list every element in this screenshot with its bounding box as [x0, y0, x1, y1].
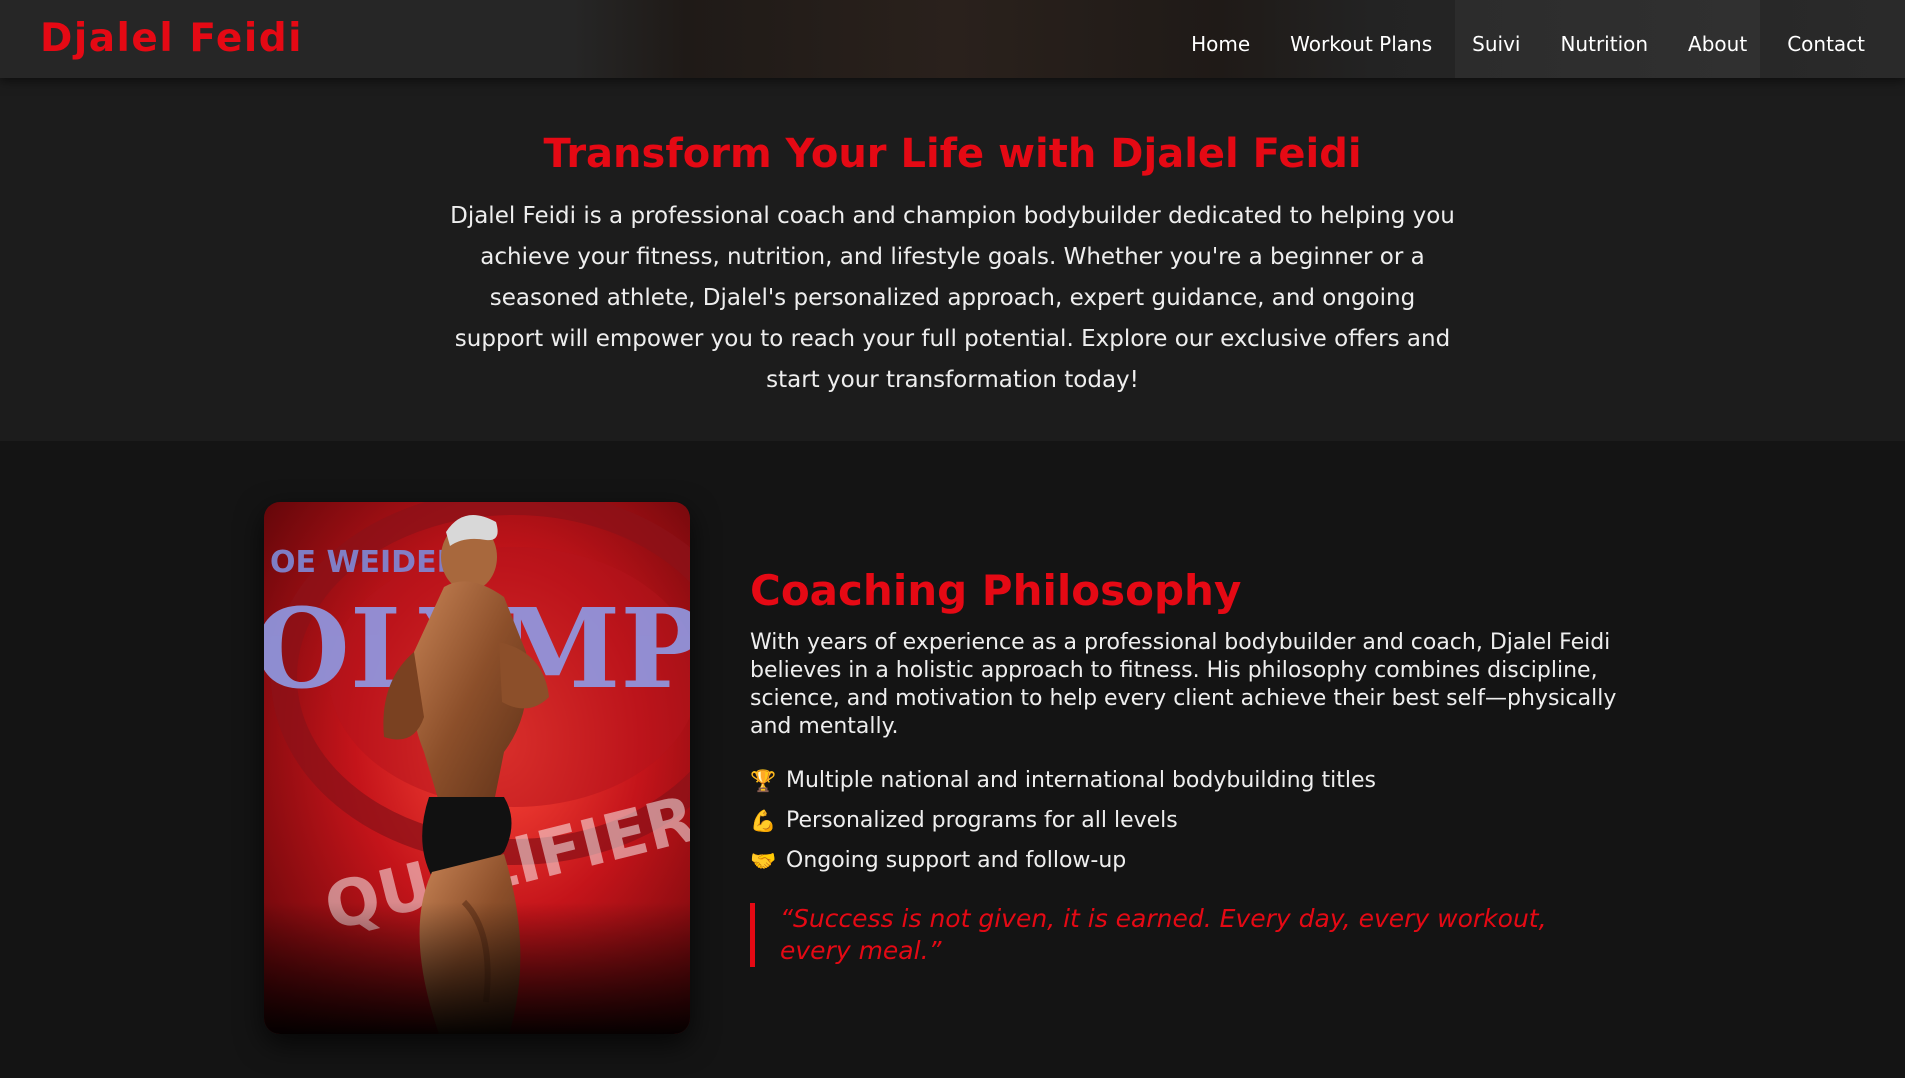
feature-text: Personalized programs for all levels	[786, 808, 1178, 833]
nav-workout-plans[interactable]: Workout Plans	[1290, 32, 1432, 56]
trophy-icon: 🏆	[750, 769, 777, 793]
hero-section: Transform Your Life with Djalel Feidi Dj…	[0, 78, 1905, 441]
list-item: 💪 Personalized programs for all levels	[750, 801, 1650, 841]
site-header: Djalel Feidi Home Workout Plans Suivi Nu…	[0, 0, 1905, 78]
feature-list: 🏆 Multiple national and international bo…	[750, 761, 1650, 881]
feature-text: Ongoing support and follow-up	[786, 848, 1127, 873]
main-nav: Home Workout Plans Suivi Nutrition About…	[1191, 0, 1865, 88]
hero-description: Djalel Feidi is a professional coach and…	[450, 203, 1455, 393]
handshake-icon: 🤝	[750, 849, 777, 873]
nav-about[interactable]: About	[1688, 32, 1747, 56]
list-item: 🏆 Multiple national and international bo…	[750, 761, 1650, 801]
nav-contact[interactable]: Contact	[1787, 32, 1865, 56]
philosophy-description: With years of experience as a profession…	[750, 630, 1617, 739]
philosophy-content: Coaching Philosophy With years of experi…	[750, 563, 1650, 967]
coach-photo: OE WEIDER'S OLYMPIA QUALIFIER	[264, 502, 690, 1034]
site-logo[interactable]: Djalel Feidi	[40, 19, 303, 58]
coach-quote: “Success is not given, it is earned. Eve…	[750, 903, 1620, 967]
philosophy-title: Coaching Philosophy	[750, 566, 1242, 615]
nav-suivi[interactable]: Suivi	[1472, 32, 1520, 56]
flexed-biceps-icon: 💪	[750, 809, 777, 833]
hero-title: Transform Your Life with Djalel Feidi	[543, 131, 1362, 177]
feature-text: Multiple national and international body…	[786, 768, 1376, 793]
nav-nutrition[interactable]: Nutrition	[1560, 32, 1648, 56]
nav-home[interactable]: Home	[1191, 32, 1250, 56]
list-item: 🤝 Ongoing support and follow-up	[750, 841, 1650, 881]
